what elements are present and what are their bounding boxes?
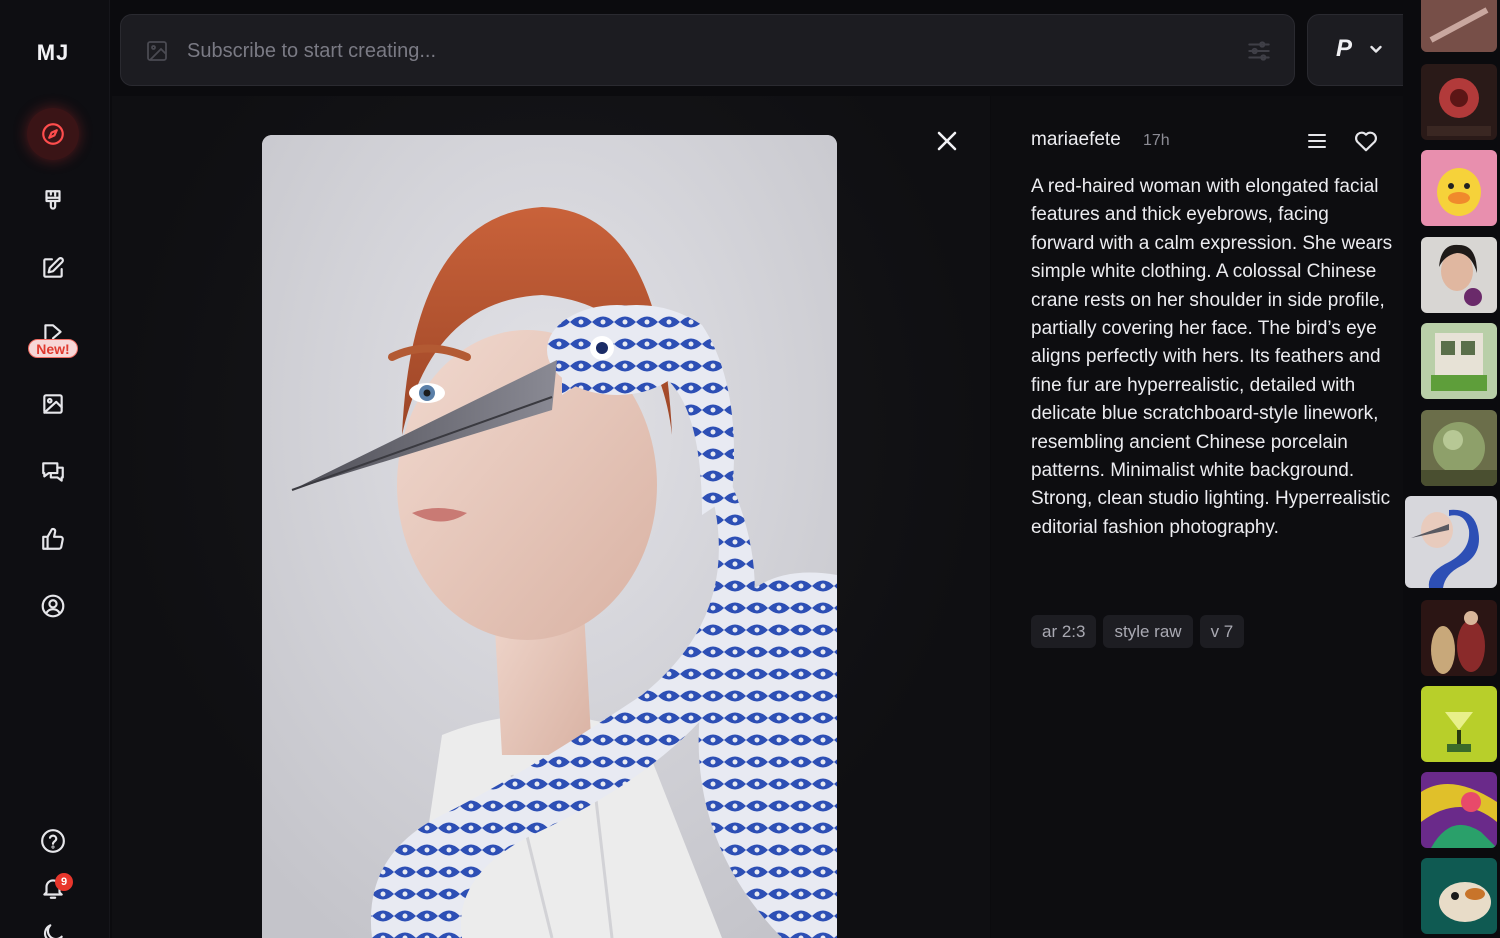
thumbnail[interactable] [1421,64,1497,140]
nav-create-button[interactable] [27,175,79,227]
nav-organize-button[interactable] [27,378,79,430]
close-button[interactable] [934,128,960,154]
nav-profile-button[interactable] [27,580,79,632]
thumbs-up-icon [42,527,64,550]
new-badge: New! [28,339,78,358]
thumbnail[interactable] [1421,858,1497,934]
logo[interactable]: MJ [0,40,106,66]
nav-rate-button[interactable] [27,513,79,565]
tag-style[interactable]: style raw [1103,615,1193,648]
paintbrush-icon [45,190,61,210]
image-upload-icon[interactable] [145,39,169,63]
thumbnail[interactable] [1421,0,1497,52]
prompt-text: A red-haired woman with elongated facial… [1031,176,1393,538]
sidebar: MJ New! 9 [0,0,110,938]
tag-version[interactable]: v 7 [1199,615,1245,648]
menu-button[interactable] [1305,129,1329,153]
notification-count-badge: 9 [55,873,73,891]
thumbnail-active[interactable] [1405,496,1497,588]
edit-icon [43,257,64,278]
mode-label[interactable]: P [1336,35,1352,63]
thumbnail[interactable] [1421,686,1497,762]
nav-chat-button[interactable] [27,446,79,498]
menu-icon [1308,134,1326,148]
like-button[interactable] [1353,128,1379,154]
thumbnail[interactable] [1421,772,1497,848]
notifications-button[interactable] [27,862,79,914]
parameter-tags: ar 2:3 style raw v 7 [1031,615,1245,648]
main-image[interactable] [262,135,837,938]
crane-portrait-image [262,135,837,938]
chat-icon [42,462,64,482]
help-button[interactable] [27,815,79,867]
thumbnail[interactable] [1421,150,1497,226]
author-name[interactable]: mariaefete [1031,129,1121,151]
post-time: 17h [1143,132,1170,149]
thumbnail[interactable] [1421,600,1497,676]
chevron-down-icon[interactable] [1368,41,1384,57]
image-icon [43,394,63,414]
heart-icon [1355,131,1377,152]
theme-toggle-button[interactable] [27,908,79,938]
thumbnail[interactable] [1421,323,1497,399]
nav-edit-button[interactable] [27,242,79,294]
tag-aspect-ratio[interactable]: ar 2:3 [1031,615,1097,648]
settings-sliders-icon[interactable] [1246,38,1272,64]
prompt-bar [120,14,1295,86]
moon-icon [43,924,63,938]
user-circle-icon [41,594,65,618]
thumbnail[interactable] [1421,237,1497,313]
image-icon [147,41,167,61]
help-icon [41,829,65,853]
compass-icon [42,123,64,145]
prompt-input[interactable] [187,33,1227,69]
close-icon [937,131,957,151]
thumbnail[interactable] [1421,410,1497,486]
nav-explore-button[interactable] [27,108,79,160]
